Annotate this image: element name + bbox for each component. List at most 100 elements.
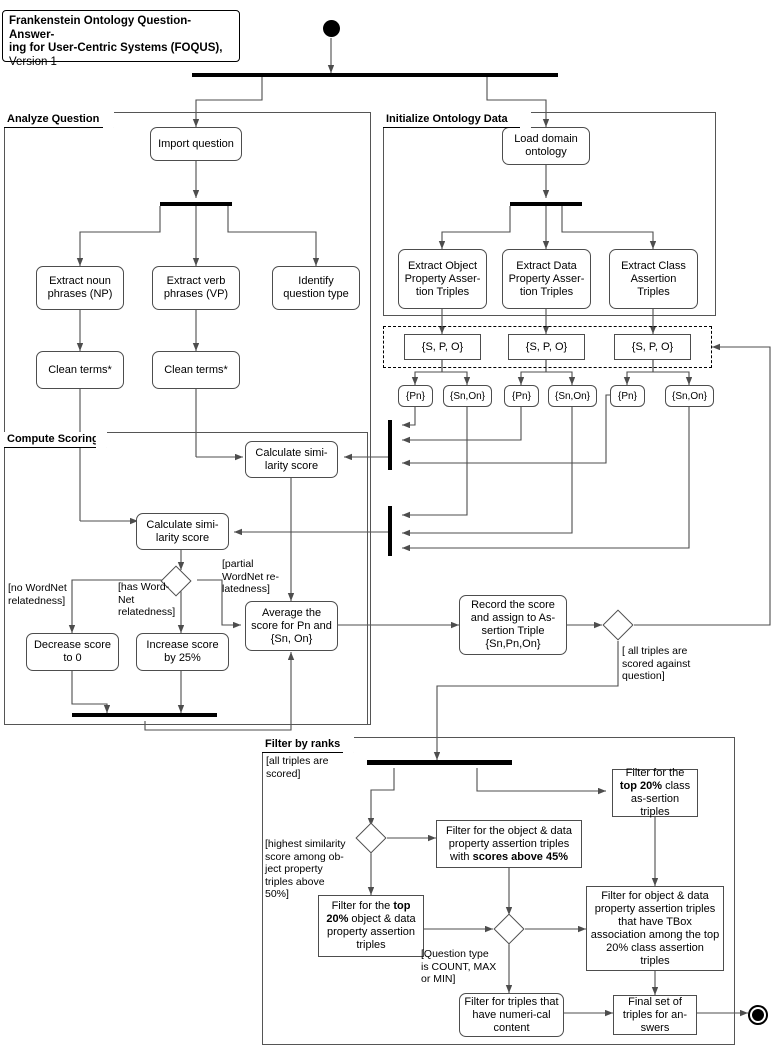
join-bar-predicates xyxy=(388,420,392,470)
activity-label: Identify question type xyxy=(283,275,349,300)
activity-clean-terms-vp[interactable]: Clean terms* xyxy=(152,351,240,389)
object-node-pn-2[interactable]: {Pn} xyxy=(504,385,539,407)
object-node-pn-3[interactable]: {Pn} xyxy=(610,385,645,407)
activity-filter-top20-object-data-property[interactable]: Filter for the top 20% object & data pro… xyxy=(318,895,424,957)
partition-label-analyze-question: Analyze Question xyxy=(4,112,114,128)
activity-label: Filter for the object & data property as… xyxy=(440,825,578,864)
partition-label-text: Analyze Question xyxy=(7,113,100,125)
object-node-label: {S, P, O} xyxy=(631,340,674,353)
final-node xyxy=(748,1005,768,1025)
activity-extract-data-property-triples[interactable]: Extract Data Property Asser-tion Triples xyxy=(502,249,591,309)
activity-increase-score[interactable]: Increase score by 25% xyxy=(136,633,229,671)
top-fork-bar xyxy=(192,73,558,77)
activity-extract-class-assertion-triples[interactable]: Extract Class Assertion Triples xyxy=(609,249,698,309)
decision-highest-similarity[interactable] xyxy=(355,822,387,854)
partition-label-filter-by-ranks: Filter by ranks xyxy=(262,737,354,753)
activity-extract-object-property-triples[interactable]: Extract Object Property Asser-tion Tripl… xyxy=(398,249,487,309)
object-node-spo-class[interactable]: {S, P, O} xyxy=(614,334,691,360)
text-bold-top: top 20% xyxy=(619,780,663,792)
partition-corner-icon xyxy=(96,431,107,448)
partition-label-compute-scoring: Compute Scoring xyxy=(4,432,107,448)
text-prefix: Filter for the xyxy=(331,900,394,912)
activity-label: Load domain ontology xyxy=(514,133,578,158)
activity-load-domain-ontology[interactable]: Load domain ontology xyxy=(502,127,590,165)
guard-all-triples-scored-against-question: [ all triples are scored against questio… xyxy=(622,645,691,682)
diagram-title-box: Frankenstein Ontology Question-Answer- i… xyxy=(2,10,240,68)
guard-all-triples-are-scored: [all triples are scored] xyxy=(266,755,329,780)
activity-label: Average the score for Pn and {Sn, On} xyxy=(251,606,332,645)
object-node-label: {Pn} xyxy=(406,390,425,402)
partition-corner-icon xyxy=(343,736,354,753)
activity-label: Decrease score to 0 xyxy=(33,639,112,664)
partition-label-text: Compute Scoring xyxy=(7,433,99,445)
activity-final-set-of-triples[interactable]: Final set of triples for an-swers xyxy=(613,995,697,1035)
decision-all-triples-scored[interactable] xyxy=(602,609,634,641)
activity-label: Filter for the top 20% object & data pro… xyxy=(322,900,420,952)
object-node-label: {S, P, O} xyxy=(525,340,568,353)
activity-calculate-similarity-score-subjects[interactable]: Calculate simi-larity score xyxy=(136,513,229,550)
activity-label: Final set of triples for an-swers xyxy=(622,995,688,1034)
object-node-snon-1[interactable]: {Sn,On} xyxy=(443,385,492,407)
object-node-label: {Pn} xyxy=(618,390,637,402)
join-bar-subjects-objects xyxy=(388,506,392,556)
object-node-label: {Sn,On} xyxy=(671,390,708,402)
initialize-fork-bar xyxy=(510,202,582,206)
activity-label: Extract Data Property Asser-tion Triples xyxy=(508,259,585,298)
object-node-snon-3[interactable]: {Sn,On} xyxy=(665,385,714,407)
object-node-pn-1[interactable]: {Pn} xyxy=(398,385,433,407)
filter-fork-bar xyxy=(367,760,512,765)
diagram-title-line1: Frankenstein Ontology Question-Answer- xyxy=(9,15,192,41)
partition-corner-icon xyxy=(520,111,531,128)
activity-filter-top20-class-assertion[interactable]: Filter for the top 20% class as-sertion … xyxy=(612,767,698,819)
diagram-title-version: Version 1 xyxy=(9,55,57,68)
diagram-title-line2: ing for User-Centric Systems (FOQUS), xyxy=(9,42,223,54)
activity-extract-verb-phrases[interactable]: Extract verb phrases (VP) xyxy=(152,266,240,310)
object-node-spo-object-property[interactable]: {S, P, O} xyxy=(404,334,481,360)
guard-highest-similarity-score: [highest similarity score among ob-ject … xyxy=(265,838,346,900)
activity-average-score[interactable]: Average the score for Pn and {Sn, On} xyxy=(245,601,338,651)
activity-label: Clean terms* xyxy=(48,363,112,376)
activity-label: Extract noun phrases (NP) xyxy=(47,275,113,300)
scoring-join-bar xyxy=(72,713,217,717)
activity-calculate-similarity-score-predicates[interactable]: Calculate simi-larity score xyxy=(245,441,338,478)
text-prefix: Filter for the xyxy=(625,767,685,779)
activity-diagram-canvas: Frankenstein Ontology Question-Answer- i… xyxy=(0,0,776,1050)
activity-label: Record the score and assign to As-sertio… xyxy=(470,599,556,650)
activity-label: Extract Object Property Asser-tion Tripl… xyxy=(404,259,481,298)
decision-question-type[interactable] xyxy=(493,913,525,945)
activity-label: Clean terms* xyxy=(164,363,228,376)
activity-label: Import question xyxy=(158,137,234,150)
activity-label: Extract Class Assertion Triples xyxy=(621,259,686,298)
object-node-snon-2[interactable]: {Sn,On} xyxy=(548,385,597,407)
activity-label: Filter for object & data property assert… xyxy=(590,889,720,967)
partition-label-text: Initialize Ontology Data xyxy=(386,113,508,125)
activity-label: Filter for the top 20% class as-sertion … xyxy=(616,767,694,819)
activity-label: Increase score by 25% xyxy=(146,639,219,664)
guard-question-type: [Question type is COUNT, MAX or MIN] xyxy=(421,948,497,985)
guard-no-wordnet-relatedness: [no WordNet relatedness] xyxy=(8,582,67,607)
activity-decrease-score[interactable]: Decrease score to 0 xyxy=(26,633,119,671)
partition-corner-icon xyxy=(103,111,114,128)
object-node-label: {Pn} xyxy=(512,390,531,402)
activity-filter-object-data-scores-above-45[interactable]: Filter for the object & data property as… xyxy=(436,820,582,868)
activity-filter-tbox-association[interactable]: Filter for object & data property assert… xyxy=(586,886,724,971)
text-bold-scores: scores above 45% xyxy=(472,850,568,863)
activity-record-score[interactable]: Record the score and assign to As-sertio… xyxy=(459,595,567,655)
activity-label: Calculate simi-larity score xyxy=(146,518,219,544)
guard-has-wordnet-relatedness: [has Word-Net relatedness] xyxy=(118,581,176,618)
activity-label: Extract verb phrases (VP) xyxy=(163,275,229,300)
activity-label: Filter for triples that have numeri-cal … xyxy=(464,995,559,1034)
activity-identify-question-type[interactable]: Identify question type xyxy=(272,266,360,310)
activity-extract-noun-phrases[interactable]: Extract noun phrases (NP) xyxy=(36,266,124,310)
object-node-spo-data-property[interactable]: {S, P, O} xyxy=(508,334,585,360)
activity-import-question[interactable]: Import question xyxy=(150,127,242,161)
object-node-label: {Sn,On} xyxy=(449,390,486,402)
partition-label-initialize-ontology-data: Initialize Ontology Data xyxy=(383,112,531,128)
object-node-label: {S, P, O} xyxy=(421,340,464,353)
activity-clean-terms-np[interactable]: Clean terms* xyxy=(36,351,124,389)
object-node-label: {Sn,On} xyxy=(554,390,591,402)
activity-label: Calculate simi-larity score xyxy=(255,446,328,472)
activity-filter-numerical-content[interactable]: Filter for triples that have numeri-cal … xyxy=(459,993,564,1037)
partition-label-text: Filter by ranks xyxy=(265,738,341,750)
guard-partial-wordnet-relatedness: [partial WordNet re-latedness] xyxy=(222,558,279,595)
